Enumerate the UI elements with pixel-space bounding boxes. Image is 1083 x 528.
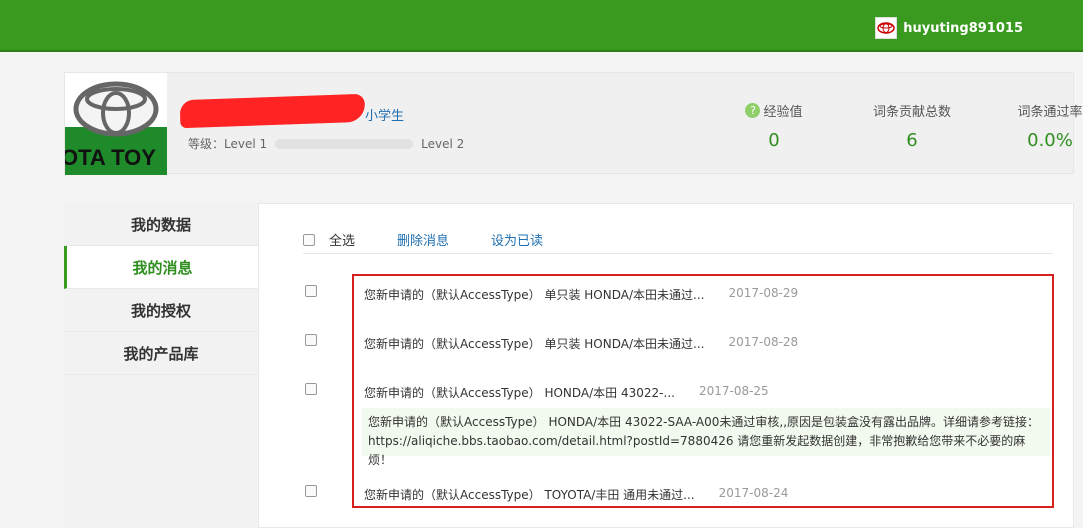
mark-read-link[interactable]: 设为已读: [491, 230, 543, 249]
message-text[interactable]: 您新申请的（默认AccessType） HONDA/本田 43022-...: [364, 384, 675, 401]
sidebar-item-my-product-library[interactable]: 我的产品库: [64, 332, 258, 375]
stat-label: 词条通过率: [1017, 105, 1083, 120]
profile-card: OTA TOY 小学生 等级：Level 1 Level 2 ? 经验值 0 词条…: [64, 72, 1083, 175]
question-icon[interactable]: ?: [745, 103, 761, 118]
stat-label: 词条贡献总数: [872, 105, 951, 120]
detail-line-link[interactable]: https://aliqiche.bbs.taobao.com/detail.h…: [368, 432, 1044, 470]
profile-avatar: OTA TOY: [65, 73, 167, 175]
level-label: 等级：Level 1: [188, 135, 267, 152]
stat-pass-rate: 词条通过率 0.0%: [981, 101, 1083, 151]
message-checkbox[interactable]: [305, 285, 317, 297]
message-text[interactable]: 您新申请的（默认AccessType） 单只装 HONDA/本田未通过...: [364, 286, 704, 303]
message-date: 2017-08-24: [718, 486, 789, 500]
user-avatar-icon: [875, 17, 898, 39]
level-prefix: 等级：: [188, 137, 225, 151]
stat-experience: ? 经验值 0: [705, 101, 843, 151]
message-item[interactable]: 您新申请的（默认AccessType） 单只装 HONDA/本田未通过... 2…: [364, 286, 798, 303]
level-next: Level 2: [421, 136, 465, 151]
stat-contributions: 词条贡献总数 6: [843, 101, 981, 151]
message-checkbox[interactable]: [305, 383, 317, 395]
message-checkbox[interactable]: [305, 334, 317, 346]
delete-messages-link[interactable]: 删除消息: [397, 230, 449, 249]
select-all-checkbox[interactable]: [303, 233, 315, 246]
toyota-logo-icon: [73, 81, 159, 137]
message-item[interactable]: 您新申请的（默认AccessType） TOYOTA/丰田 通用未通过... 2…: [364, 486, 788, 503]
message-date: 2017-08-25: [698, 384, 769, 398]
sidebar-item-my-authorization[interactable]: 我的授权: [64, 289, 258, 332]
message-date: 2017-08-28: [728, 335, 799, 349]
stat-value: 0: [768, 130, 780, 151]
message-detail: 您新申请的（默认AccessType） HONDA/本田 43022-SAA-A…: [362, 408, 1050, 467]
message-date: 2017-08-29: [728, 286, 799, 300]
user-menu[interactable]: huyuting891015: [875, 17, 1023, 39]
message-text[interactable]: 您新申请的（默认AccessType） 单只装 HONDA/本田未通过...: [364, 335, 704, 352]
stat-label-row: ? 经验值: [705, 101, 843, 120]
top-header-bar: huyuting891015: [0, 0, 1083, 52]
sidebar-item-my-data[interactable]: 我的数据: [64, 203, 258, 246]
message-checkbox[interactable]: [305, 485, 317, 497]
stat-value: 0.0%: [1027, 130, 1073, 151]
messages-panel: 全选 删除消息 设为已读 您新申请的（默认AccessType） 单只装 HON…: [258, 203, 1074, 528]
messages-toolbar: 全选 删除消息 设为已读: [303, 226, 1053, 254]
sidebar: 我的数据 我的消息 我的授权 我的产品库: [64, 203, 258, 528]
stats-panel: ? 经验值 0 词条贡献总数 6 词条通过率 0.0%: [705, 101, 1083, 151]
message-text[interactable]: 您新申请的（默认AccessType） TOYOTA/丰田 通用未通过...: [364, 486, 695, 503]
detail-line: 您新申请的（默认AccessType） HONDA/本田 43022-SAA-A…: [368, 415, 1040, 429]
level-current: Level 1: [224, 137, 268, 151]
stat-value: 6: [906, 130, 918, 151]
select-all-label[interactable]: 全选: [329, 230, 355, 249]
username[interactable]: huyuting891015: [903, 21, 1023, 36]
rank-title[interactable]: 小学生: [365, 105, 404, 124]
level-row: 等级：Level 1 Level 2: [188, 135, 464, 152]
stat-label: 经验值: [763, 105, 803, 120]
redacted-name: [179, 93, 366, 129]
sidebar-item-my-messages[interactable]: 我的消息: [64, 246, 258, 289]
message-list: 您新申请的（默认AccessType） 单只装 HONDA/本田未通过... 2…: [352, 274, 1054, 508]
message-item[interactable]: 您新申请的（默认AccessType） HONDA/本田 43022-... 2…: [364, 384, 769, 401]
level-progress-bar: [275, 138, 414, 149]
message-item[interactable]: 您新申请的（默认AccessType） 单只装 HONDA/本田未通过... 2…: [364, 335, 798, 352]
avatar-text: OTA TOY: [65, 145, 156, 170]
